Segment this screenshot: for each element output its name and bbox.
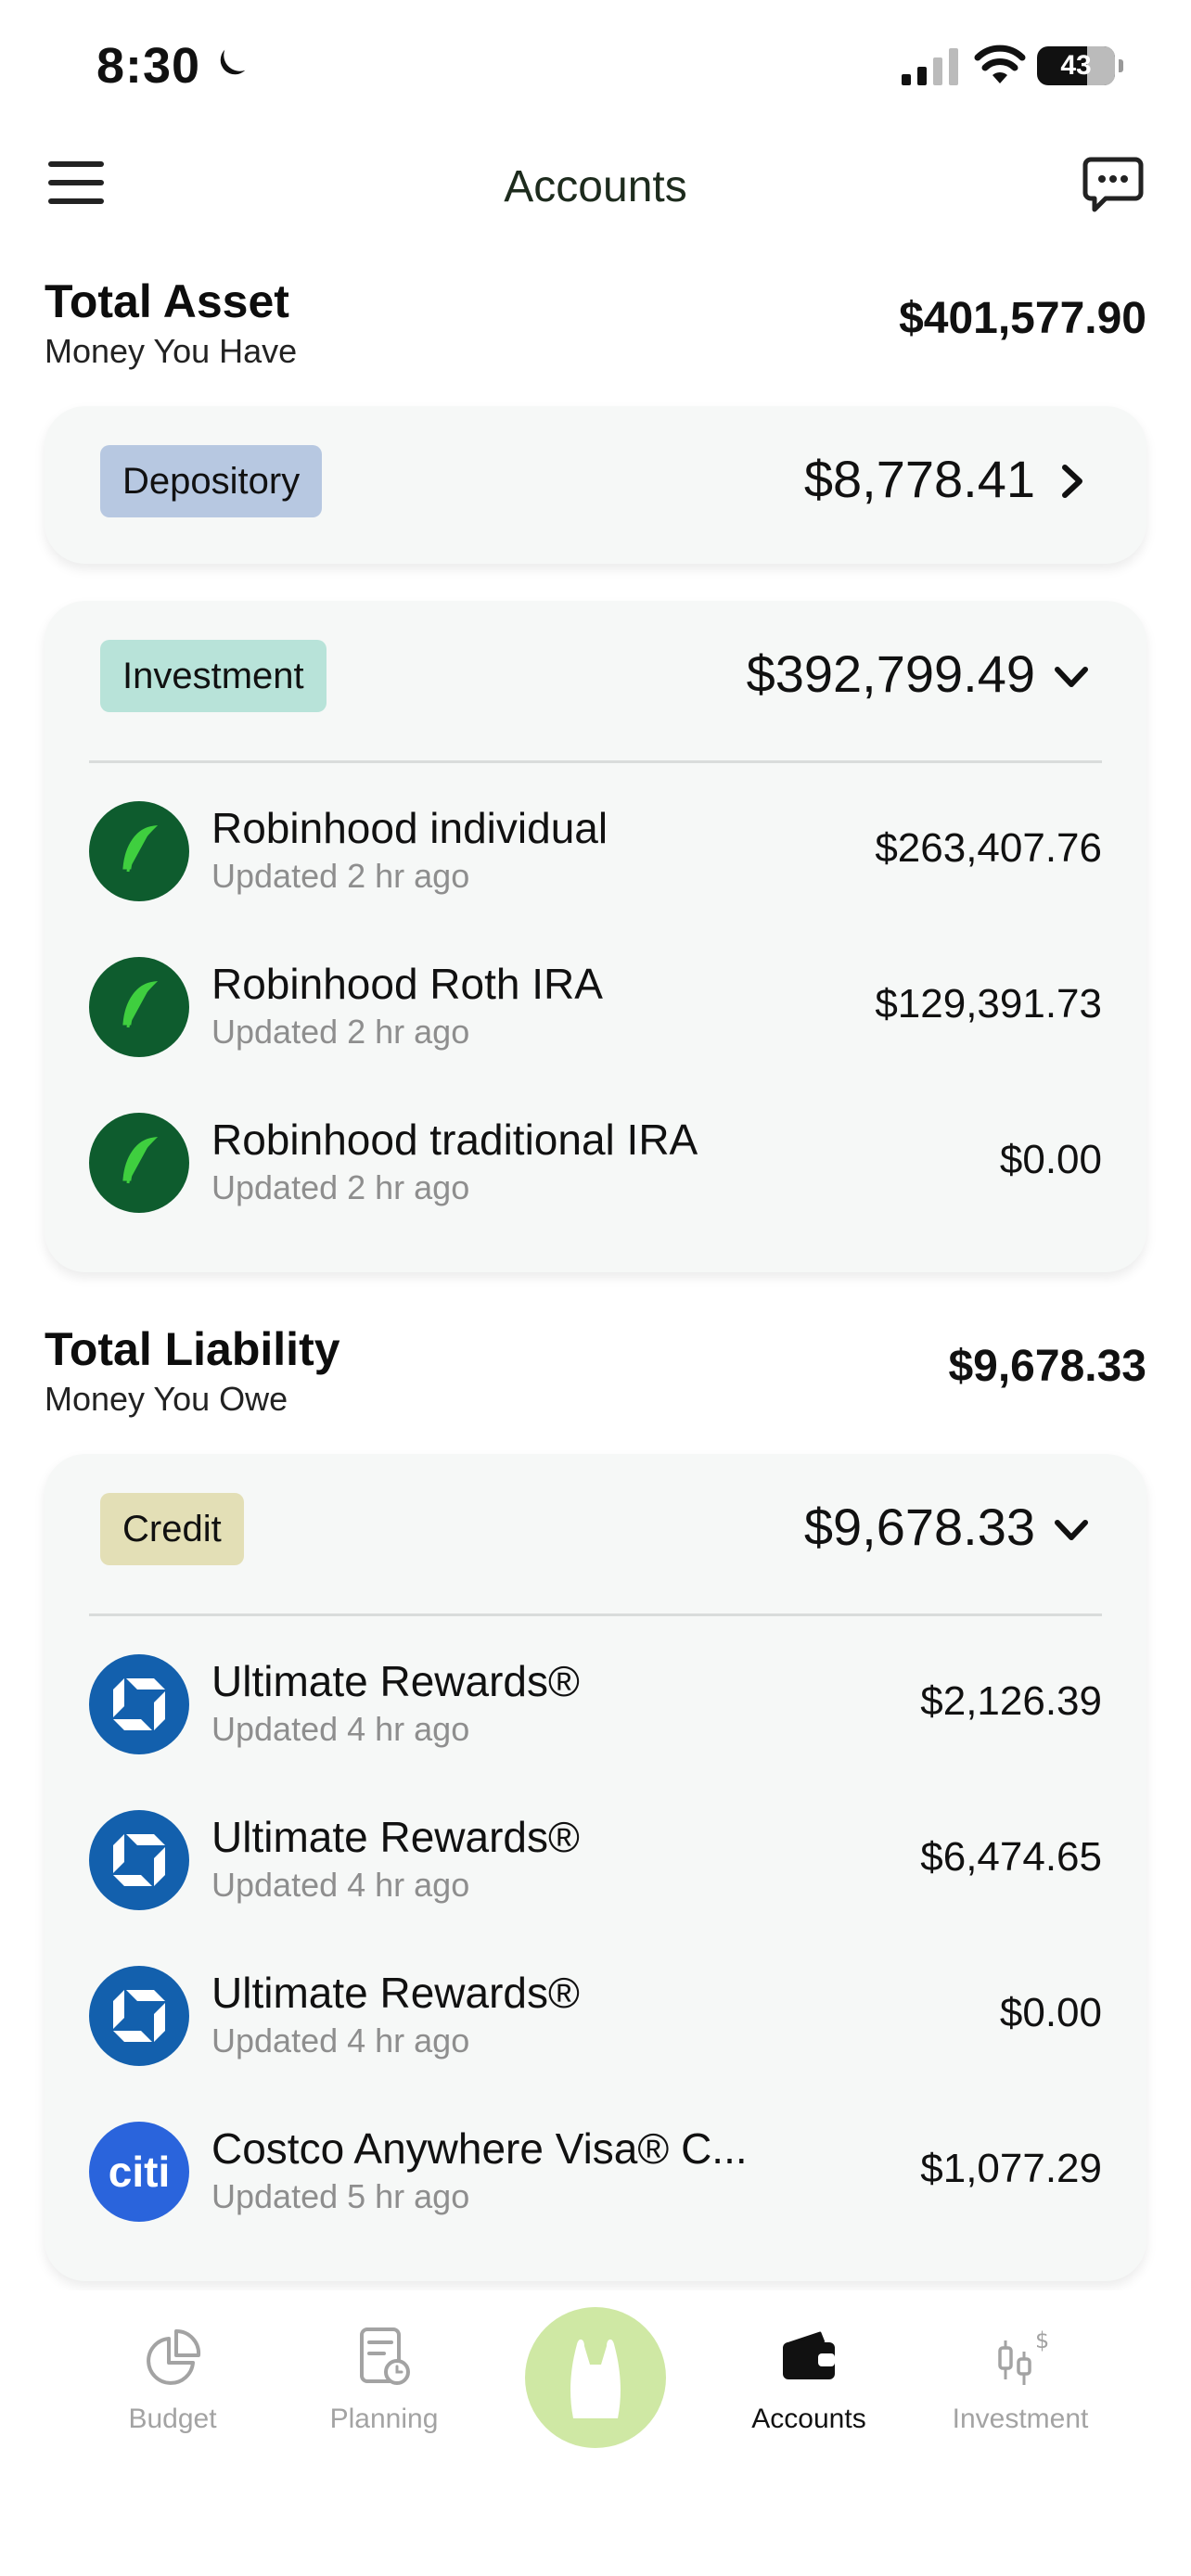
total-asset-header: Total Asset Money You Have $401,577.90 <box>45 274 1146 371</box>
account-amount: $263,407.76 <box>875 825 1102 871</box>
credit-card: Credit $9,678.33 Ultimate Rewards® Updat… <box>45 1454 1146 2281</box>
status-bar: 8:30 43 <box>0 0 1191 130</box>
total-liability-amount: $9,678.33 <box>948 1342 1146 1391</box>
chase-logo-icon <box>89 1654 189 1754</box>
account-row[interactable]: citi Costco Anywhere Visa® C... Updated … <box>89 2103 1102 2242</box>
tab-investment[interactable]: $ Investment <box>937 2324 1104 2435</box>
account-name: Ultimate Rewards® <box>211 1657 580 1705</box>
battery-level: 43 <box>1060 50 1092 81</box>
account-amount: $1,077.29 <box>920 2146 1102 2191</box>
account-row[interactable]: Robinhood traditional IRA Updated 2 hr a… <box>89 1094 1102 1233</box>
robinhood-logo-icon <box>89 957 189 1057</box>
divider <box>89 760 1102 763</box>
investment-pill: Investment <box>100 640 327 712</box>
account-name: Ultimate Rewards® <box>211 1813 580 1861</box>
account-updated: Updated 5 hr ago <box>211 2177 470 2215</box>
account-updated: Updated 2 hr ago <box>211 857 470 895</box>
account-row[interactable]: Ultimate Rewards® Updated 4 hr ago $2,12… <box>89 1636 1102 1775</box>
document-clock-icon <box>360 2327 410 2385</box>
account-amount: $2,126.39 <box>920 1678 1102 1724</box>
account-amount: $0.00 <box>999 1990 1102 2035</box>
bunny-icon <box>570 2339 621 2418</box>
account-row[interactable]: Robinhood Roth IRA Updated 2 hr ago $129… <box>89 938 1102 1078</box>
tab-accounts[interactable]: Accounts <box>725 2324 892 2435</box>
tab-label: Planning <box>329 2404 439 2434</box>
nav-header: Accounts <box>0 139 1191 241</box>
candlestick-dollar-icon: $ <box>998 2327 1049 2385</box>
wifi-icon <box>974 45 1026 83</box>
chase-logo-icon <box>89 1810 189 1910</box>
robinhood-logo-icon <box>89 801 189 901</box>
citi-logo-icon: citi <box>89 2122 189 2222</box>
moon-icon <box>220 49 246 75</box>
investment-card-header[interactable]: Investment $392,799.49 <box>45 601 1146 759</box>
account-name: Ultimate Rewards® <box>211 1969 580 2017</box>
robinhood-logo-icon <box>89 1113 189 1213</box>
account-amount: $6,474.65 <box>920 1834 1102 1880</box>
account-name: Costco Anywhere Visa® C... <box>211 2124 748 2173</box>
tab-label: Accounts <box>751 2404 866 2434</box>
accounts-screen: 8:30 43 Accounts Total Asset Money You H… <box>0 0 1191 2576</box>
account-amount: $129,391.73 <box>875 981 1102 1027</box>
chase-logo-icon <box>89 1966 189 2066</box>
divider <box>89 1613 1102 1616</box>
account-row[interactable]: Ultimate Rewards® Updated 4 hr ago $0.00 <box>89 1947 1102 2086</box>
investment-card: Investment $392,799.49 Robinhood individ… <box>45 601 1146 1272</box>
tab-label: Budget <box>128 2404 217 2434</box>
account-updated: Updated 2 hr ago <box>211 1013 470 1051</box>
depository-amount: $8,778.41 <box>803 450 1035 508</box>
total-liability-header: Total Liability Money You Owe $9,678.33 <box>45 1322 1146 1419</box>
account-row[interactable]: Robinhood individual Updated 2 hr ago $2… <box>89 783 1102 922</box>
tab-planning[interactable]: Planning <box>301 2324 467 2435</box>
tab-budget[interactable]: Budget <box>89 2324 256 2435</box>
account-name: Robinhood traditional IRA <box>211 1116 698 1164</box>
citi-logo-text: citi <box>108 2148 171 2196</box>
credit-card-header[interactable]: Credit $9,678.33 <box>45 1454 1146 1612</box>
account-name: Robinhood individual <box>211 804 608 852</box>
account-updated: Updated 2 hr ago <box>211 1168 470 1206</box>
pie-chart-icon <box>147 2328 201 2385</box>
status-time: 8:30 <box>96 38 201 94</box>
svg-text:$: $ <box>1035 2327 1049 2353</box>
credit-pill: Credit <box>100 1493 244 1565</box>
account-name: Robinhood Roth IRA <box>211 960 603 1008</box>
credit-amount: $9,678.33 <box>803 1498 1035 1556</box>
wallet-icon <box>783 2331 835 2379</box>
signal-icon <box>902 48 958 85</box>
account-updated: Updated 4 hr ago <box>211 1866 470 1904</box>
home-bunny-button[interactable] <box>525 2307 666 2448</box>
chat-bubble-icon[interactable] <box>1082 156 1145 215</box>
account-amount: $0.00 <box>999 1137 1102 1182</box>
account-updated: Updated 4 hr ago <box>211 2021 470 2060</box>
page-title: Accounts <box>504 162 687 211</box>
depository-card[interactable]: Depository $8,778.41 <box>45 406 1146 564</box>
chevron-down-icon[interactable] <box>1052 657 1091 695</box>
tab-bar: Budget Planning Accounts $ Investment <box>0 2290 1191 2576</box>
depository-pill: Depository <box>100 445 323 517</box>
account-row[interactable]: Ultimate Rewards® Updated 4 hr ago $6,47… <box>89 1792 1102 1931</box>
chevron-right-icon[interactable] <box>1052 462 1091 501</box>
battery-icon: 43 <box>1037 46 1123 85</box>
account-updated: Updated 4 hr ago <box>211 1710 470 1748</box>
chevron-down-icon[interactable] <box>1052 1510 1091 1549</box>
tab-label: Investment <box>952 2404 1089 2434</box>
total-asset-amount: $401,577.90 <box>899 294 1146 343</box>
investment-amount: $392,799.49 <box>746 644 1035 703</box>
